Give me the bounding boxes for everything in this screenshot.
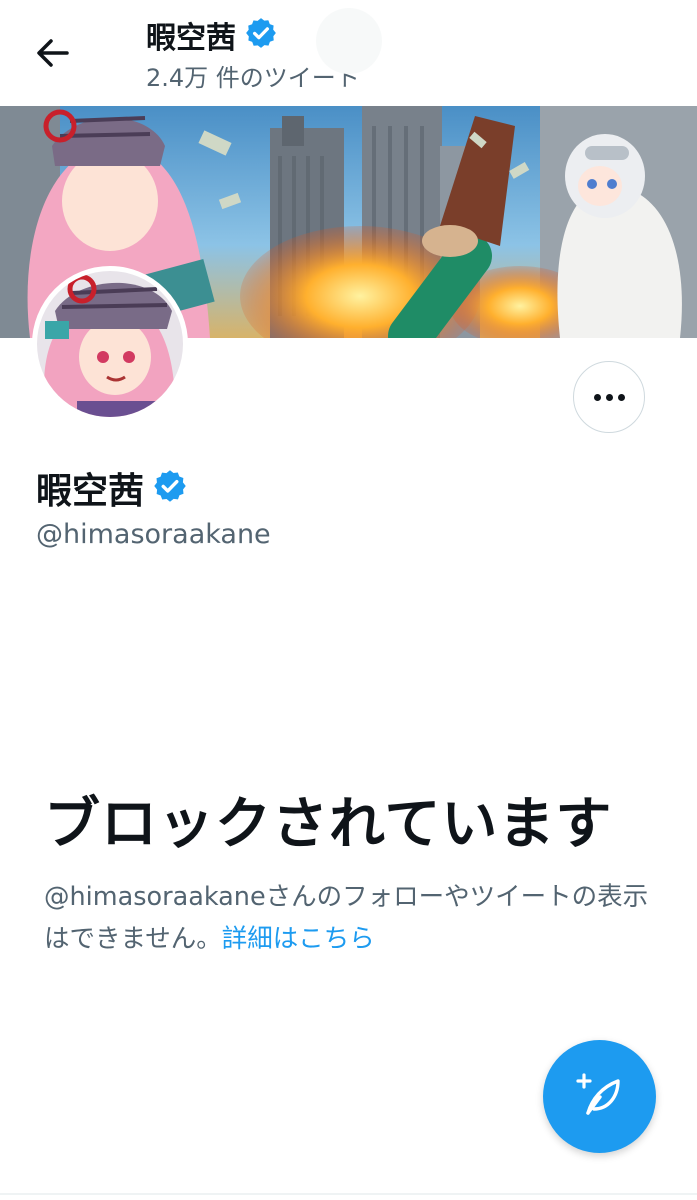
display-name-text: 暇空茜 <box>36 471 145 512</box>
more-options-button[interactable] <box>573 361 645 433</box>
top-bar: 暇空茜 2.4万 件のツイート <box>0 0 697 106</box>
verified-badge-icon <box>244 16 278 61</box>
verified-badge-icon <box>152 468 188 516</box>
compose-tweet-icon <box>574 1069 626 1125</box>
profile-handle: @himasoraakane <box>36 519 271 550</box>
learn-more-link[interactable]: 詳細はこちら <box>222 924 375 954</box>
header-name: 暇空茜 <box>146 20 236 56</box>
more-horizontal-icon <box>593 393 625 401</box>
header-avatar-placeholder <box>316 8 382 74</box>
blocked-description: @himasoraakaneさんのフォローやツイートの表示はできません。詳細はこ… <box>44 876 664 960</box>
bottom-divider <box>0 1193 697 1195</box>
compose-tweet-button[interactable] <box>543 1040 656 1153</box>
back-button[interactable] <box>28 30 78 80</box>
blocked-title: ブロックされています <box>44 792 613 857</box>
profile-avatar[interactable] <box>32 266 188 422</box>
arrow-left-icon <box>36 38 70 72</box>
profile-page: 暇空茜 2.4万 件のツイート 暇空茜 @himasoraakane ブロックさ… <box>0 0 697 1200</box>
header-title: 暇空茜 <box>146 16 278 61</box>
profile-display-name: 暇空茜 <box>36 468 188 516</box>
